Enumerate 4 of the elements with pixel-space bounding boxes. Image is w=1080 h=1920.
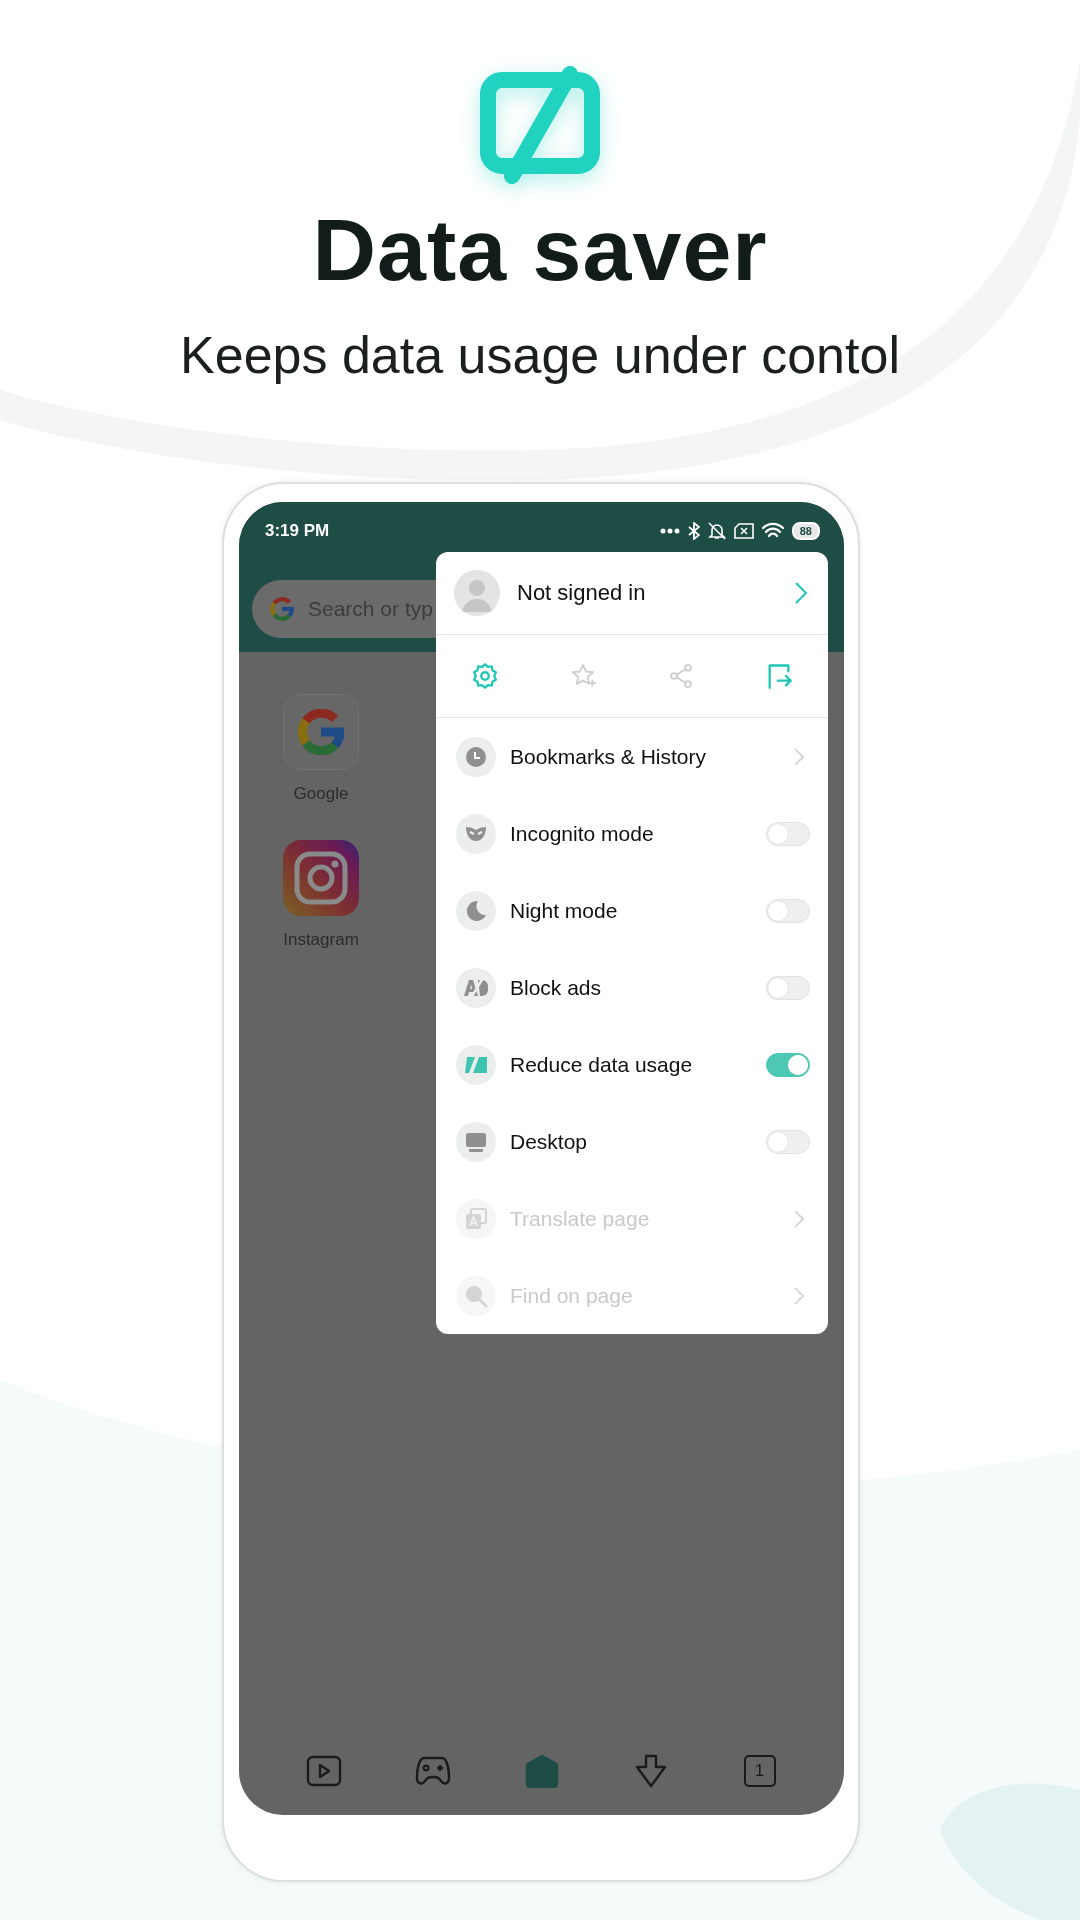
page-subtitle: Keeps data usage under contol (180, 325, 900, 386)
battery-level: 88 (791, 522, 820, 540)
status-time: 3:19 PM (265, 521, 331, 541)
page-title: Data saver (312, 199, 768, 301)
